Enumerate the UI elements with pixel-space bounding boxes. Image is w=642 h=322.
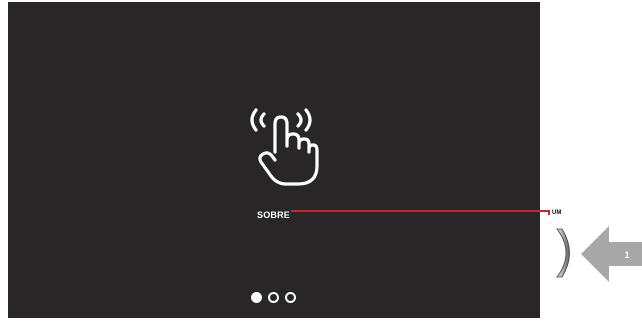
side-label: UM: [552, 210, 562, 216]
sobre-label: SOBRE: [257, 210, 291, 220]
leader-line: [291, 210, 550, 212]
device-screen: [8, 2, 540, 318]
callout-number: 1: [624, 250, 630, 260]
pagination-dots: [251, 292, 296, 303]
side-button[interactable]: [555, 228, 577, 278]
touch-hand-icon[interactable]: [242, 98, 320, 188]
page-dot[interactable]: [285, 292, 296, 303]
leader-line-tail: [548, 210, 550, 215]
page-dot-active[interactable]: [251, 292, 262, 303]
page-dot[interactable]: [268, 292, 279, 303]
